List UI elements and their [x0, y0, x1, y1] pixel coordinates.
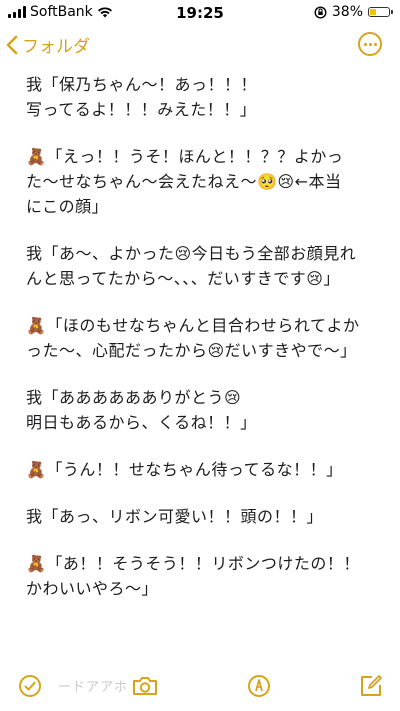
camera-button[interactable] [130, 673, 160, 699]
markup-button[interactable] [246, 673, 272, 699]
note-line: 🧸「うん！！せなちゃん待ってるな！！」 [26, 460, 343, 479]
scrolled-text-fragment: ードアアホ [58, 680, 129, 695]
note-line: 我「あ〜、よかった😢今日もう全部お顔見れ [26, 244, 357, 263]
battery-percent: 38% [331, 4, 363, 20]
note-paragraph: 🧸「うん！！せなちゃん待ってるな！！」 [26, 457, 384, 482]
note-line: 我「あっ、リボン可愛い！！頭の！！」 [26, 507, 324, 526]
bottom-toolbar: ードアアホ [0, 661, 400, 711]
compose-icon [361, 675, 382, 696]
note-paragraph: 🧸「ほのもせなちゃんと目合わせられてよか った〜、心配だったから😢だいすきやで〜」 [26, 313, 384, 363]
checklist-button[interactable] [17, 673, 43, 699]
markup-pen-icon [248, 675, 270, 697]
battery-level [370, 9, 376, 15]
note-paragraph: 我「あああああありがとう😢 明日もあるから、くるね！！」 [26, 385, 384, 435]
note-line: 🧸「あ！！そうそう！！リボンつけたの！！ [26, 554, 360, 573]
note-line: 我「あああああありがとう😢 [26, 388, 242, 407]
chevron-left-icon [6, 35, 18, 54]
more-button[interactable] [358, 32, 382, 56]
notes-screen: SoftBank 19:25 38% フォルダ 我「保乃ちゃん〜！あっ！！！ 写… [0, 0, 400, 711]
note-line: 🧸「ほのもせなちゃんと目合わせられてよか [26, 316, 360, 335]
orientation-lock-icon [314, 5, 327, 19]
note-line: かわいいやろ〜」 [26, 579, 159, 598]
back-label: フォルダ [22, 37, 90, 57]
note-paragraph: 🧸「あ！！そうそう！！リボンつけたの！！ かわいいやろ〜」 [26, 551, 384, 601]
note-paragraph: 我「あっ、リボン可愛い！！頭の！！」 [26, 504, 384, 529]
note-paragraph: 🧸「えっ！！うそ！ほんと！！？？よかっ た〜せなちゃん〜会えたねえ〜🥺😢←本当 にこ… [26, 144, 384, 219]
note-line: 写ってるよ！！！みえた！！」 [26, 100, 257, 119]
note-body[interactable]: 我「保乃ちゃん〜！あっ！！！ 写ってるよ！！！みえた！！」 🧸「えっ！！うそ！ほんと… [26, 72, 384, 623]
back-button[interactable]: フォルダ [6, 32, 90, 57]
status-bar: SoftBank 19:25 38% [0, 0, 400, 26]
note-paragraph: 我「あ〜、よかった😢今日もう全部お顔見れ んと思ってたから〜、、、だいすきです😢」 [26, 241, 384, 291]
ellipsis-circle-icon [363, 42, 367, 46]
note-line: 我「保乃ちゃん〜！あっ！！！ [26, 75, 258, 94]
battery-icon [368, 7, 393, 17]
checklist-icon [19, 675, 41, 697]
note-line: にこの顔」 [26, 197, 109, 216]
note-line: った〜、心配だったから😢だいすきやで〜」 [26, 341, 357, 360]
camera-icon [133, 677, 157, 695]
compose-button[interactable] [358, 673, 384, 699]
note-paragraph: 我「保乃ちゃん〜！あっ！！！ 写ってるよ！！！みえた！！」 [26, 72, 384, 122]
note-line: た〜せなちゃん〜会えたねえ〜🥺😢←本当 [26, 172, 342, 191]
note-line: 🧸「えっ！！うそ！ほんと！！？？よかっ [26, 147, 344, 166]
nav-bar: フォルダ [0, 28, 400, 64]
note-line: 明日もあるから、くるね！！」 [26, 413, 257, 432]
note-line: んと思ってたから〜、、、だいすきです😢」 [26, 269, 340, 288]
status-right: 38% [314, 4, 393, 20]
